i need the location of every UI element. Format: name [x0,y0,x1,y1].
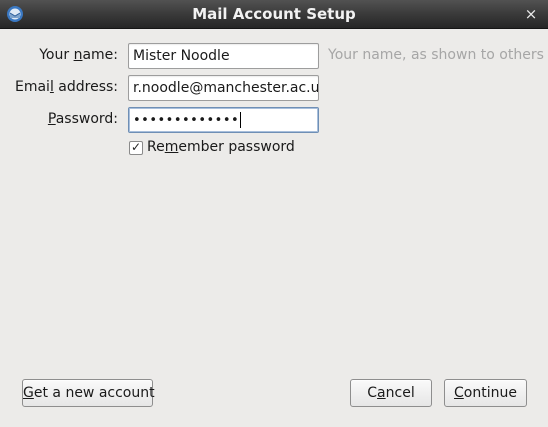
email-field[interactable]: r.noodle@manchester.ac.uk [128,75,319,101]
email-label-post: address: [53,79,118,95]
cancel-mnemonic: a [377,385,386,401]
cancel-label-pre: C [367,385,378,401]
close-icon[interactable]: × [522,5,540,23]
new-account-mnemonic: G [23,385,34,401]
password-label: Password: [48,106,118,132]
continue-button[interactable]: Continue [444,379,527,407]
continue-mnemonic: C [454,385,464,401]
cancel-label-rest: ncel [385,385,415,401]
checkmark-icon: ✓ [130,140,142,154]
password-label-post: assword: [55,111,118,127]
remember-label-pre: Re [147,139,165,155]
password-masked-value: ••••••••••••• [133,113,240,128]
remember-label-mnemonic: m [164,139,179,155]
name-hint: Your name, as shown to others [328,47,544,63]
mail-account-setup-dialog: Mail Account Setup × Your name: Mister N… [0,0,548,427]
name-label-pre: Your [39,47,74,63]
password-field[interactable]: ••••••••••••• [128,107,319,133]
text-caret [240,112,242,128]
password-label-mnemonic: P [47,111,56,127]
remember-password-label[interactable]: Remember password [147,135,295,159]
get-new-account-button[interactable]: Get a new account [22,379,155,407]
email-label-pre: Emai [14,79,50,95]
email-label: Email address: [15,74,118,100]
title-bar: Mail Account Setup × [0,0,548,29]
remember-password-checkbox[interactable]: ✓ [129,140,143,155]
name-label: Your name: [39,42,118,68]
new-account-label-rest: et a new account [33,385,155,401]
remember-label-post: ember password [178,139,295,155]
continue-label-rest: ontinue [463,385,517,401]
cancel-button[interactable]: Cancel [350,379,432,407]
name-field[interactable]: Mister Noodle [128,43,319,69]
name-label-post: ame: [82,47,118,63]
window-title: Mail Account Setup [192,5,356,23]
